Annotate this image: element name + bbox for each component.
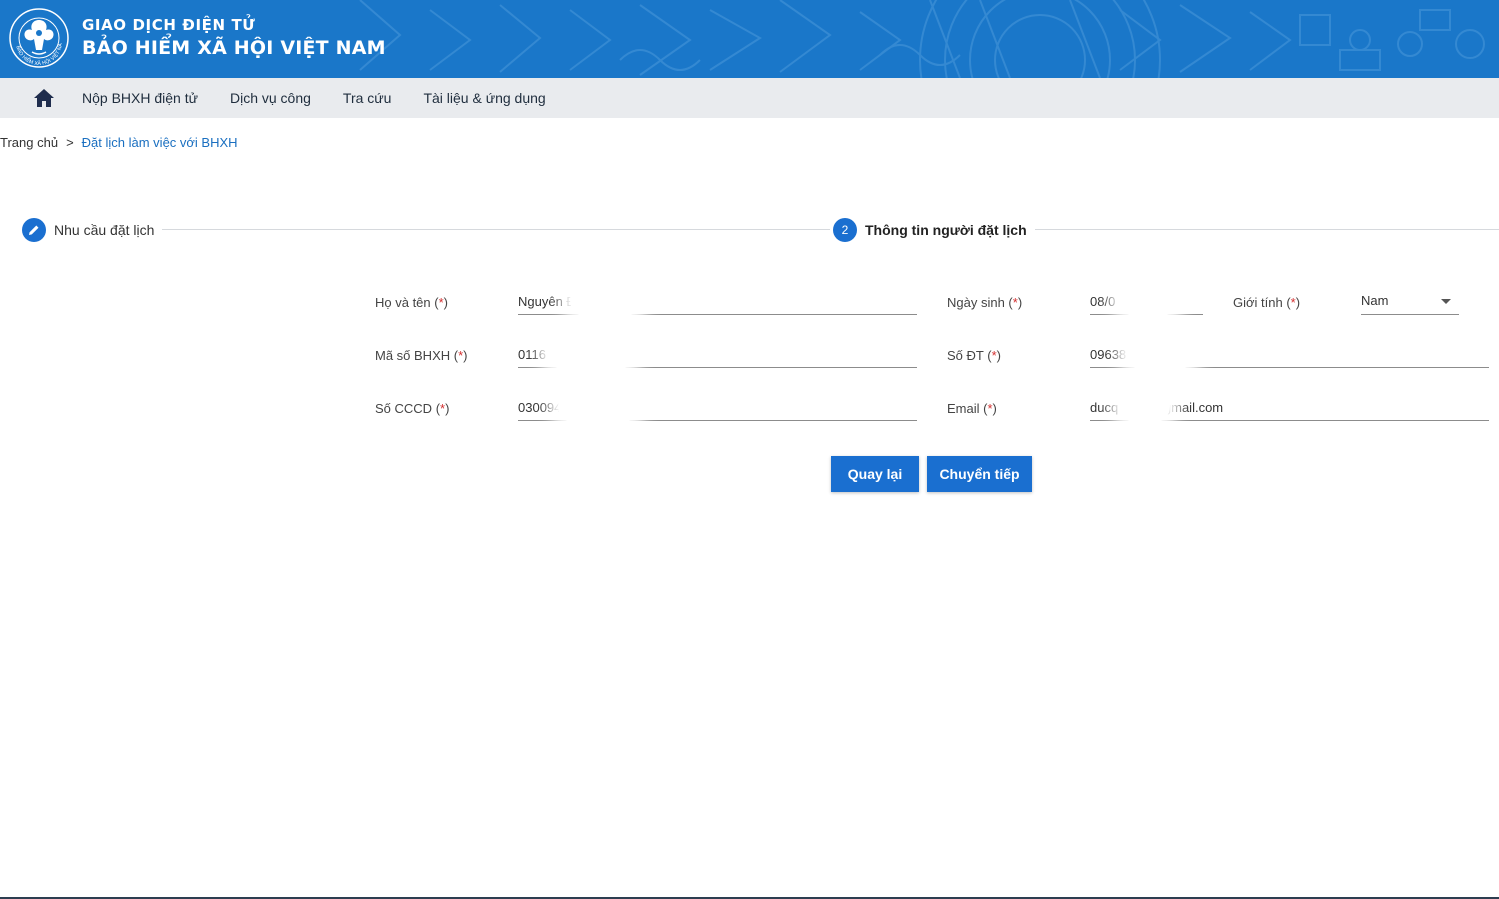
nav-item-tra-cuu[interactable]: Tra cứu (327, 78, 408, 118)
pencil-icon (29, 225, 39, 235)
step-1-circle (22, 218, 46, 242)
email-input[interactable] (1090, 389, 1489, 423)
caret-down-icon (1441, 299, 1451, 304)
privacy-blur (1120, 389, 1170, 423)
privacy-blur (558, 389, 638, 423)
brand-line2: BẢO HIỂM XÃ HỘI VIỆT NAM (82, 37, 386, 59)
stepper: Nhu cầu đặt lịch 2 Thông tin người đặt l… (0, 216, 1499, 244)
brand-title: GIAO DỊCH ĐIỆN TỬ BẢO HIỂM XÃ HỘI VIỆT N… (82, 16, 386, 61)
ma-so-bhxh-input[interactable] (518, 336, 917, 370)
back-button[interactable]: Quay lại (831, 456, 919, 492)
next-button[interactable]: Chuyển tiếp (927, 456, 1032, 492)
so-dt-input[interactable] (1090, 336, 1489, 370)
ngay-sinh-input[interactable] (1090, 283, 1203, 317)
nav-item-dich-vu-cong[interactable]: Dịch vụ công (214, 78, 327, 118)
home-button[interactable] (22, 78, 66, 118)
step-nhu-cau[interactable]: Nhu cầu đặt lịch (22, 218, 163, 242)
so-cccd-input[interactable] (518, 389, 917, 423)
brand-line1: GIAO DỊCH ĐIỆN TỬ (82, 16, 256, 34)
bhxh-logo: BẢO HIỂM XÃ HỘI VIỆT NAM (8, 6, 69, 68)
step-2-label: Thông tin người đặt lịch (865, 222, 1027, 238)
privacy-blur (548, 336, 634, 370)
step-thong-tin: 2 Thông tin người đặt lịch (833, 218, 1035, 242)
ngay-sinh-label: Ngày sinh (*) (947, 295, 1023, 310)
stepper-connector-1 (160, 229, 830, 230)
privacy-blur (570, 283, 640, 317)
step-1-label: Nhu cầu đặt lịch (54, 222, 155, 238)
breadcrumb-current: Đặt lịch làm việc với BHXH (81, 135, 238, 150)
ho-ten-input[interactable] (518, 283, 917, 317)
email-label: Email (*) (947, 401, 997, 416)
main-nav: Nộp BHXH điện tử Dịch vụ công Tra cứu Tà… (0, 78, 1499, 118)
breadcrumb-home-link[interactable]: Trang chủ (0, 135, 58, 150)
header-banner: BẢO HIỂM XÃ HỘI VIỆT NAM GIAO DỊCH ĐIỆN … (0, 0, 1499, 78)
so-dt-label: Số ĐT (*) (947, 348, 1001, 363)
home-icon (34, 89, 54, 107)
gioi-tinh-label: Giới tính (*) (1233, 295, 1301, 310)
stepper-connector-2 (1020, 229, 1499, 230)
breadcrumb: Trang chủ > Đặt lịch làm việc với BHXH (0, 135, 238, 150)
privacy-blur (1120, 283, 1176, 317)
so-cccd-label: Số CCCD (*) (375, 401, 450, 416)
gioi-tinh-select[interactable]: Nam (1361, 289, 1459, 315)
gioi-tinh-value: Nam (1361, 293, 1389, 308)
nav-item-tai-lieu[interactable]: Tài liệu & ứng dụng (407, 78, 561, 118)
nav-item-nop-bhxh[interactable]: Nộp BHXH điện tử (66, 78, 214, 118)
privacy-blur (1126, 336, 1194, 370)
ma-so-bhxh-label: Mã số BHXH (*) (375, 348, 468, 363)
ho-ten-label: Họ và tên (*) (375, 295, 449, 310)
breadcrumb-separator: > (66, 135, 74, 150)
step-2-circle: 2 (833, 218, 857, 242)
